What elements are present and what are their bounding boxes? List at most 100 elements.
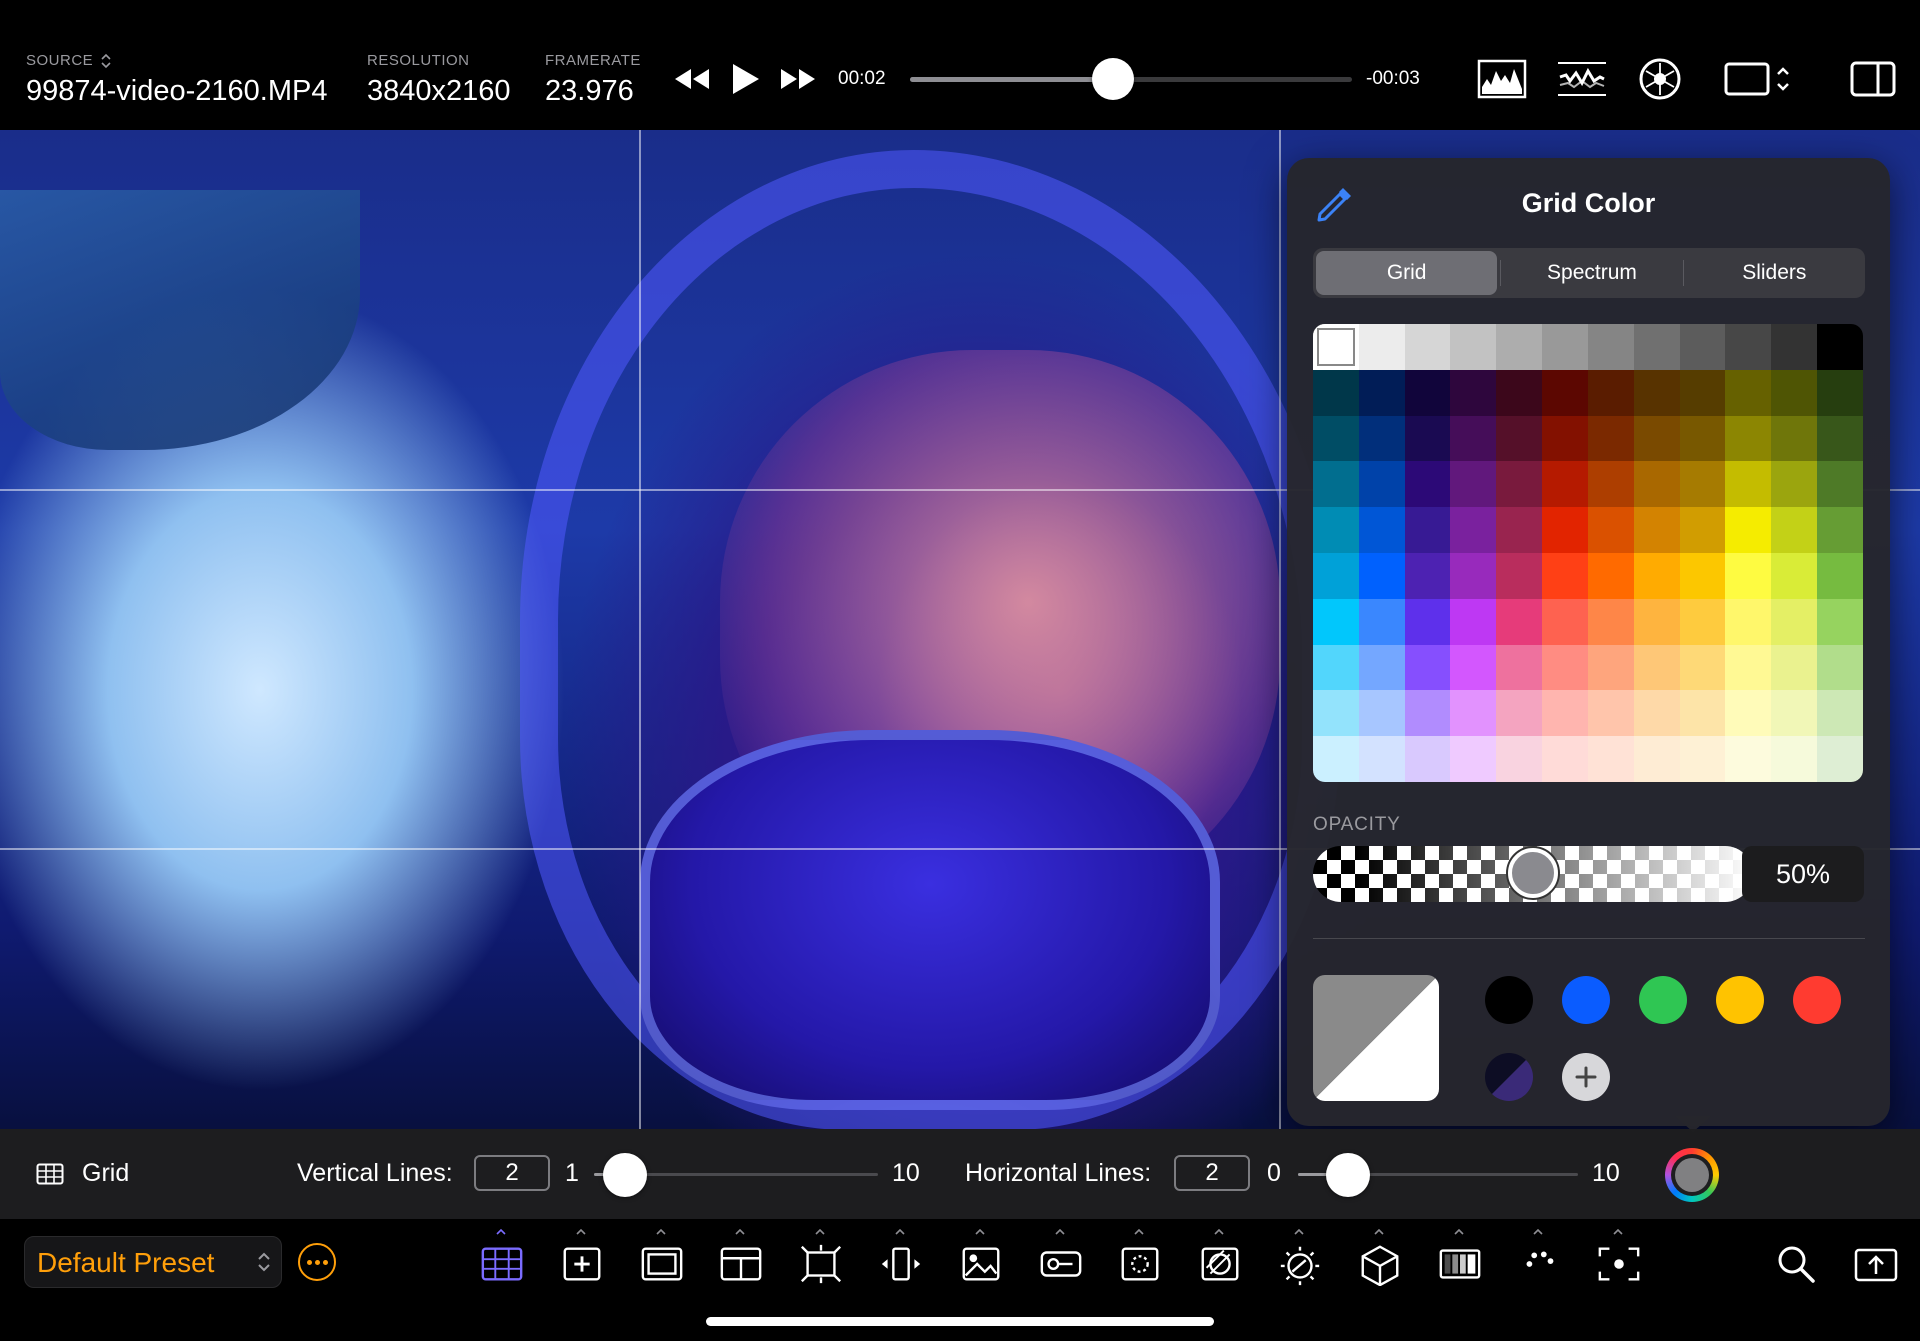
palette-swatch[interactable] bbox=[1817, 461, 1863, 508]
palette-swatch[interactable] bbox=[1817, 324, 1863, 370]
palette-swatch[interactable] bbox=[1633, 415, 1680, 462]
palette-swatch[interactable] bbox=[1404, 369, 1451, 416]
sidebar-button[interactable] bbox=[1848, 56, 1898, 102]
palette-swatch[interactable] bbox=[1450, 507, 1497, 553]
palette-swatch[interactable] bbox=[1542, 507, 1588, 553]
palette-swatch[interactable] bbox=[1771, 552, 1818, 599]
palette-swatch[interactable] bbox=[1542, 598, 1588, 645]
search-button[interactable] bbox=[1768, 1239, 1824, 1289]
palette-swatch[interactable] bbox=[1633, 507, 1680, 553]
fast-forward-button[interactable] bbox=[776, 60, 820, 98]
palette-swatch[interactable] bbox=[1771, 736, 1818, 782]
palette-swatch[interactable] bbox=[1450, 552, 1497, 599]
horizontal-lines-field[interactable]: 2 bbox=[1174, 1155, 1250, 1191]
palette-swatch[interactable] bbox=[1496, 415, 1543, 462]
palette-swatch[interactable] bbox=[1404, 324, 1451, 370]
palette-swatch[interactable] bbox=[1679, 736, 1726, 782]
palette-swatch[interactable] bbox=[1450, 415, 1497, 462]
palette-swatch[interactable] bbox=[1679, 507, 1726, 553]
palette-swatch[interactable] bbox=[1496, 690, 1543, 737]
palette-swatch[interactable] bbox=[1404, 415, 1451, 462]
palette-swatch[interactable] bbox=[1679, 415, 1726, 462]
palette-swatch[interactable] bbox=[1679, 369, 1726, 416]
palette-swatch[interactable] bbox=[1817, 369, 1863, 416]
palette-swatch[interactable] bbox=[1358, 552, 1405, 599]
palette-swatch[interactable] bbox=[1358, 598, 1405, 645]
tool-button-false-color[interactable] bbox=[1432, 1229, 1488, 1289]
palette-swatch[interactable] bbox=[1771, 598, 1818, 645]
palette-swatch[interactable] bbox=[1817, 690, 1863, 737]
grid-color-well[interactable] bbox=[1665, 1148, 1719, 1202]
palette-swatch[interactable] bbox=[1633, 736, 1680, 782]
palette-swatch[interactable] bbox=[1496, 552, 1543, 599]
palette-swatch[interactable] bbox=[1817, 644, 1863, 691]
tool-button-flip[interactable] bbox=[873, 1229, 929, 1289]
tool-button-zebra[interactable] bbox=[1192, 1229, 1248, 1289]
palette-swatch[interactable] bbox=[1817, 507, 1863, 553]
palette-swatch[interactable] bbox=[1496, 507, 1543, 553]
palette-swatch[interactable] bbox=[1587, 552, 1634, 599]
palette-swatch[interactable] bbox=[1313, 324, 1359, 370]
palette-swatch[interactable] bbox=[1450, 324, 1497, 370]
palette-swatch[interactable] bbox=[1313, 552, 1359, 599]
scrubber-thumb[interactable] bbox=[1092, 58, 1135, 100]
palette-swatch[interactable] bbox=[1404, 644, 1451, 691]
favorite-color-black[interactable] bbox=[1485, 976, 1533, 1024]
palette-swatch[interactable] bbox=[1450, 644, 1497, 691]
palette-swatch[interactable] bbox=[1542, 324, 1588, 370]
palette-swatch[interactable] bbox=[1587, 690, 1634, 737]
tab-spectrum[interactable]: Spectrum bbox=[1501, 248, 1682, 298]
palette-swatch[interactable] bbox=[1313, 644, 1359, 691]
histogram-button[interactable] bbox=[1474, 56, 1530, 102]
vertical-lines-slider-thumb[interactable] bbox=[603, 1153, 648, 1197]
preset-selector[interactable]: Default Preset bbox=[24, 1236, 282, 1288]
palette-swatch[interactable] bbox=[1404, 598, 1451, 645]
palette-swatch[interactable] bbox=[1817, 415, 1863, 462]
palette-swatch[interactable] bbox=[1771, 415, 1818, 462]
palette-swatch[interactable] bbox=[1450, 598, 1497, 645]
palette-swatch[interactable] bbox=[1771, 324, 1818, 370]
palette-swatch[interactable] bbox=[1358, 369, 1405, 416]
palette-swatch[interactable] bbox=[1404, 552, 1451, 599]
rewind-button[interactable] bbox=[670, 60, 714, 98]
palette-swatch[interactable] bbox=[1496, 461, 1543, 508]
palette-swatch[interactable] bbox=[1633, 690, 1680, 737]
palette-swatch[interactable] bbox=[1404, 690, 1451, 737]
palette-swatch[interactable] bbox=[1542, 736, 1588, 782]
palette-swatch[interactable] bbox=[1587, 461, 1634, 508]
palette-swatch[interactable] bbox=[1725, 369, 1772, 416]
palette-swatch[interactable] bbox=[1450, 736, 1497, 782]
palette-swatch[interactable] bbox=[1771, 369, 1818, 416]
palette-swatch[interactable] bbox=[1587, 507, 1634, 553]
palette-swatch[interactable] bbox=[1633, 461, 1680, 508]
favorite-color-red[interactable] bbox=[1793, 976, 1841, 1024]
palette-swatch[interactable] bbox=[1404, 736, 1451, 782]
palette-swatch[interactable] bbox=[1725, 644, 1772, 691]
palette-swatch[interactable] bbox=[1496, 598, 1543, 645]
palette-swatch[interactable] bbox=[1771, 507, 1818, 553]
palette-swatch[interactable] bbox=[1358, 507, 1405, 553]
palette-swatch[interactable] bbox=[1817, 736, 1863, 782]
favorite-color-green[interactable] bbox=[1639, 976, 1687, 1024]
palette-swatch[interactable] bbox=[1496, 644, 1543, 691]
palette-swatch[interactable] bbox=[1725, 507, 1772, 553]
palette-swatch[interactable] bbox=[1633, 644, 1680, 691]
favorite-color-yellow[interactable] bbox=[1716, 976, 1764, 1024]
palette-swatch[interactable] bbox=[1633, 369, 1680, 416]
palette-swatch[interactable] bbox=[1679, 690, 1726, 737]
palette-swatch[interactable] bbox=[1542, 369, 1588, 416]
opacity-slider-thumb[interactable] bbox=[1508, 848, 1558, 898]
palette-swatch[interactable] bbox=[1358, 461, 1405, 508]
palette-swatch[interactable] bbox=[1771, 461, 1818, 508]
tool-button-transform[interactable] bbox=[793, 1229, 849, 1289]
palette-swatch[interactable] bbox=[1679, 552, 1726, 599]
palette-swatch[interactable] bbox=[1496, 736, 1543, 782]
palette-swatch[interactable] bbox=[1358, 644, 1405, 691]
vertical-lines-slider[interactable] bbox=[594, 1153, 878, 1197]
palette-swatch[interactable] bbox=[1725, 324, 1772, 370]
share-button[interactable] bbox=[1848, 1239, 1904, 1289]
palette-swatch[interactable] bbox=[1587, 598, 1634, 645]
palette-swatch[interactable] bbox=[1725, 415, 1772, 462]
tool-button-frame-center[interactable] bbox=[1591, 1229, 1647, 1289]
palette-swatch[interactable] bbox=[1313, 507, 1359, 553]
